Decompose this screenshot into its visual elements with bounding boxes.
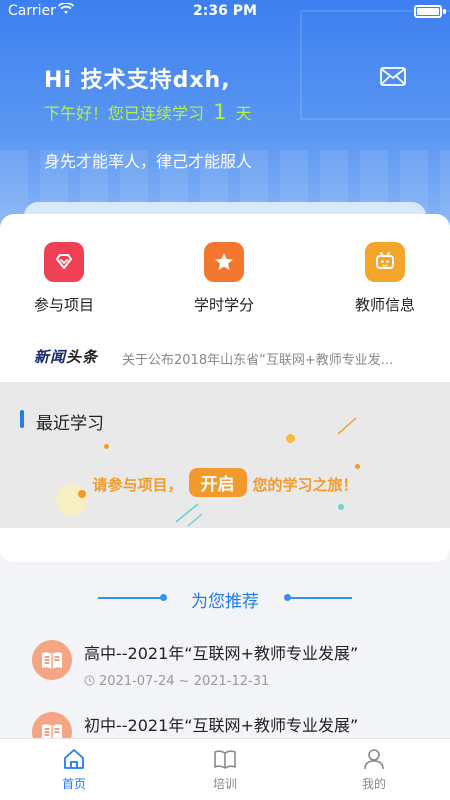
study-cta[interactable]: 请参与项目， 开启 您的学习之旅！ xyxy=(0,468,450,497)
battery-icon xyxy=(414,5,442,18)
cta-suffix: 您的学习之旅！ xyxy=(252,476,358,494)
tab-bar: 首页 培训 我的 xyxy=(0,738,450,800)
news-tag-part2: 头条 xyxy=(66,348,99,366)
streak-days: 1 xyxy=(213,100,227,124)
battery-tip xyxy=(443,9,446,14)
recommend-item-title[interactable]: 高中--2021年“互联网+教师专业发展” xyxy=(84,640,358,664)
motto: 身先才能率人，律己才能服人 xyxy=(44,152,253,171)
tab-label: 我的 xyxy=(361,777,386,791)
start-button[interactable]: 开启 xyxy=(188,468,247,497)
book-icon xyxy=(32,640,72,680)
diamond-icon xyxy=(44,242,84,282)
decor-lines xyxy=(175,417,357,527)
streak-prefix: 下午好！您已连续学习 xyxy=(44,104,205,123)
date-range: 2021-07-24 ~ 2021-12-31 xyxy=(99,674,270,689)
quick-action-label: 教师信息 xyxy=(354,296,415,314)
news-tag: 新闻头条 xyxy=(34,346,98,367)
study-streak: 下午好！您已连续学习 1 天 xyxy=(44,100,252,124)
recommend-header: 为您推荐 xyxy=(0,586,450,612)
divider xyxy=(288,597,352,599)
recommend-title: 为您推荐 xyxy=(191,592,259,612)
news-ticker[interactable]: 新闻头条 关于公布2018年山东省“互联网+教师专业发... xyxy=(0,342,450,372)
tab-mine[interactable]: 我的 xyxy=(334,747,414,792)
streak-suffix: 天 xyxy=(235,104,252,123)
recommend-item-title[interactable]: 初中--2021年“互联网+教师专业发展” xyxy=(84,712,358,736)
header-banner: Carrier 2:36 PM Hi 技术支持dxh, 下午好！您已连续学习 1… xyxy=(0,0,450,240)
quick-action-teacher-info[interactable]: 教师信息 xyxy=(330,242,440,315)
quick-action-credits[interactable]: 学时学分 xyxy=(169,242,279,315)
book-icon xyxy=(214,750,236,769)
main-card: 参与项目 学时学分 教师信息 新闻头条 关于公布2018年山东省“互联网+教师专… xyxy=(0,214,450,562)
status-bar: Carrier 2:36 PM xyxy=(0,0,450,24)
clock: 2:36 PM xyxy=(193,3,257,19)
star-icon xyxy=(204,242,244,282)
mail-icon[interactable] xyxy=(380,67,406,86)
news-headline[interactable]: 关于公布2018年山东省“互联网+教师专业发... xyxy=(122,349,422,368)
user-icon xyxy=(364,749,384,770)
home-icon xyxy=(64,749,84,769)
quick-action-projects[interactable]: 参与项目 xyxy=(9,242,119,315)
recent-study-section: 最近学习 请参与项目， 开启 您的学习之旅！ xyxy=(0,382,450,528)
greeting-title: Hi 技术支持dxh, xyxy=(44,68,231,93)
quick-action-label: 参与项目 xyxy=(33,296,94,314)
cta-prefix: 请参与项目， xyxy=(92,476,183,494)
quick-action-label: 学时学分 xyxy=(193,296,254,314)
banner-decoration xyxy=(300,10,450,120)
tab-training[interactable]: 培训 xyxy=(185,747,265,792)
teacher-icon xyxy=(365,242,405,282)
recommend-item-date: 2021-07-24 ~ 2021-12-31 xyxy=(84,674,269,689)
clock-icon xyxy=(84,675,95,686)
tab-home[interactable]: 首页 xyxy=(34,747,114,792)
news-tag-part1: 新闻 xyxy=(34,348,67,366)
tab-label: 首页 xyxy=(61,777,86,791)
tab-label: 培训 xyxy=(212,777,237,791)
